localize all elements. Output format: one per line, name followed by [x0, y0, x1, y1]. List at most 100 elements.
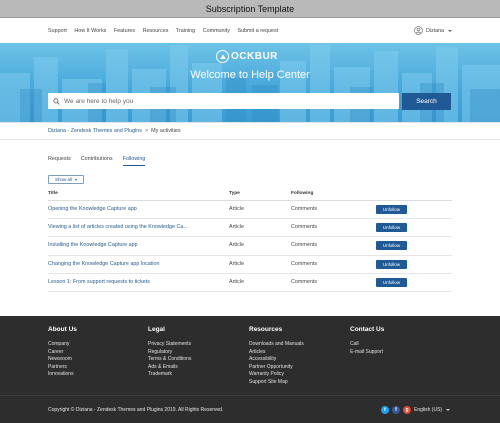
footer-column-legal: Legal Privacy Statements Regulatory Term…	[148, 326, 191, 379]
tab-contributions[interactable]: Contributions	[81, 156, 113, 166]
nav-how-it-works[interactable]: How It Works	[74, 28, 106, 34]
article-link[interactable]: Installing the Knowledge Capture app	[48, 242, 138, 248]
footer-link[interactable]: Terms & Conditions	[148, 356, 191, 364]
nav-features[interactable]: Features	[114, 28, 135, 34]
search-button[interactable]: Search	[402, 93, 451, 110]
user-menu[interactable]: Diziana	[414, 26, 452, 35]
column-header-title: Title	[48, 191, 58, 196]
article-link[interactable]: Viewing a list of articles created using…	[48, 224, 188, 230]
following-type: Comments	[291, 206, 318, 212]
article-link[interactable]: Changing the Knowledge Capture app locat…	[48, 261, 160, 267]
window-titlebar: Subscription Template	[0, 0, 500, 18]
unfollow-button[interactable]: Unfollow	[376, 277, 407, 287]
tab-requests[interactable]: Requests	[48, 156, 71, 166]
footer-link[interactable]: Accessibility	[249, 356, 304, 364]
article-type: Article	[229, 206, 244, 212]
column-header-following: Following	[291, 191, 314, 196]
footer-link[interactable]: E-mail Support	[350, 349, 384, 357]
chevron-down-icon	[446, 409, 451, 411]
footer-link[interactable]: Company	[48, 341, 77, 349]
breadcrumb-home-link[interactable]: Diziana - Zendesk Themes and Plugins	[48, 128, 142, 134]
footer-heading: Legal	[148, 326, 165, 333]
nav-training[interactable]: Training	[176, 28, 195, 34]
nav-resources[interactable]: Resources	[143, 28, 169, 34]
footer-column-about: About Us Company Career Newsroom Partner…	[48, 326, 77, 379]
chevron-down-icon	[448, 29, 452, 32]
following-table: Title Type Following Opening the Knowled…	[48, 189, 452, 292]
footer-link[interactable]: Career	[48, 349, 77, 357]
nav-community[interactable]: Community	[203, 28, 230, 34]
article-link[interactable]: Lesson 1: From support requests to ticke…	[48, 279, 150, 285]
footer-heading: About Us	[48, 326, 77, 333]
footer-link[interactable]: Articles	[249, 349, 304, 357]
footer-link[interactable]: Regulatory	[148, 349, 191, 357]
header-divider	[0, 122, 500, 123]
footer-link[interactable]: Innovations	[48, 371, 77, 379]
nav-submit-request[interactable]: Submit a request	[237, 28, 278, 34]
language-selector[interactable]: English (US)	[414, 407, 451, 413]
footer-link[interactable]: Downloads and Manuals	[249, 341, 304, 349]
following-type: Comments	[291, 260, 318, 267]
footer-link[interactable]: Trademark	[148, 371, 191, 379]
hero-title: Welcome to Help Center	[190, 69, 310, 81]
search-bar	[48, 93, 399, 109]
logo-text: OCKBUR	[231, 51, 278, 62]
search-icon	[53, 97, 60, 105]
activity-tabs: Requests Contributions Following	[48, 156, 155, 166]
footer-column-contact: Contact Us Call E-mail Support	[350, 326, 384, 356]
table-header: Title Type Following	[48, 189, 452, 201]
footer-link[interactable]: Warranty Policy	[249, 371, 304, 379]
following-type: Comments	[291, 242, 318, 249]
table-row: Viewing a list of articles created using…	[48, 219, 452, 238]
show-all-label: Show all	[54, 177, 72, 182]
copyright-text: Copyright © Diziana - Zendesk Themes and…	[48, 407, 224, 413]
footer-heading: Contact Us	[350, 326, 385, 333]
breadcrumb-separator: >	[145, 128, 149, 134]
search-input[interactable]	[64, 97, 384, 105]
following-type: Comments	[291, 224, 318, 231]
brand-logo[interactable]: OCKBUR	[216, 50, 278, 63]
footer-column-resources: Resources Downloads and Manuals Articles…	[249, 326, 304, 387]
article-type: Article	[229, 260, 244, 267]
tab-following[interactable]: Following	[122, 156, 146, 166]
footer-link[interactable]: Partner Opportunity	[249, 364, 304, 372]
unfollow-button[interactable]: Unfollow	[376, 223, 407, 233]
nav-support[interactable]: Support	[48, 28, 67, 34]
footer-link[interactable]: Call	[350, 341, 384, 349]
logo-mark-icon	[216, 50, 229, 63]
user-avatar-icon	[414, 26, 423, 35]
footer-link[interactable]: Support Site Map	[249, 379, 304, 387]
social-links: t f g	[381, 406, 414, 414]
window-title: Subscription Template	[205, 3, 295, 14]
google-plus-icon[interactable]: g	[403, 406, 411, 414]
footer-link[interactable]: Partners	[48, 364, 77, 372]
article-type: Article	[229, 278, 244, 285]
footer-link[interactable]: Newsroom	[48, 356, 77, 364]
unfollow-button[interactable]: Unfollow	[376, 259, 407, 269]
hero-banner: OCKBUR Welcome to Help Center	[0, 43, 500, 123]
unfollow-button[interactable]: Unfollow	[376, 205, 407, 214]
unfollow-button[interactable]: Unfollow	[376, 241, 407, 251]
footer-heading: Resources	[249, 326, 283, 333]
table-row: Installing the Knowledge Capture app Art…	[48, 237, 452, 256]
breadcrumb: Diziana - Zendesk Themes and Plugins > M…	[48, 128, 181, 134]
article-type: Article	[229, 242, 244, 249]
column-header-type: Type	[229, 191, 240, 196]
chevron-down-icon	[75, 178, 77, 181]
user-name: Diziana	[426, 27, 444, 34]
language-label: English (US)	[414, 407, 443, 413]
twitter-icon[interactable]: t	[381, 406, 389, 414]
article-link[interactable]: Opening the Knowledge Capture app	[48, 206, 137, 212]
top-navigation: Support How It Works Features Resources …	[0, 18, 500, 43]
show-all-dropdown[interactable]: Show all	[48, 175, 84, 184]
following-type: Comments	[291, 278, 318, 285]
breadcrumb-current: My activities	[151, 128, 181, 134]
article-type: Article	[229, 224, 244, 231]
table-row: Changing the Knowledge Capture app locat…	[48, 256, 452, 274]
footer-link[interactable]: Privacy Statements	[148, 341, 191, 349]
footer-link[interactable]: Ads & Emails	[148, 364, 191, 372]
facebook-icon[interactable]: f	[392, 406, 400, 414]
site-footer: About Us Company Career Newsroom Partner…	[0, 316, 500, 423]
table-row: Lesson 1: From support requests to ticke…	[48, 274, 452, 292]
table-row: Opening the Knowledge Capture app Articl…	[48, 201, 452, 220]
